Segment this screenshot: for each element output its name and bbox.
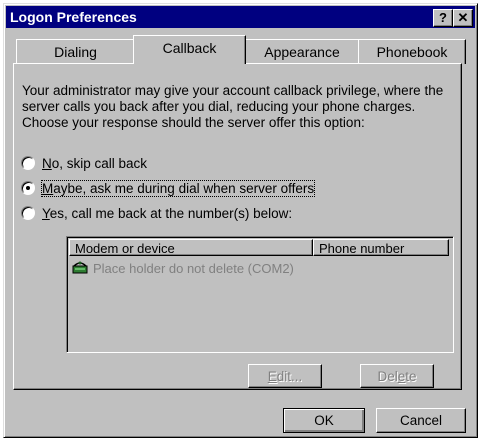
title-bar[interactable]: Logon Preferences ? ✕ [6,6,475,28]
close-button[interactable]: ✕ [453,9,473,27]
option-maybe-ask[interactable]: Maybe, ask me during dial when server of… [21,179,316,197]
column-header-phone[interactable]: Phone number [313,239,449,256]
cancel-button[interactable]: Cancel [376,408,466,433]
modem-icon [71,260,89,276]
tab-phonebook[interactable]: Phonebook [358,39,466,64]
option-yes-callback[interactable]: Yes, call me back at the number(s) below… [21,205,292,221]
window-title: Logon Preferences [10,9,137,25]
list-item[interactable]: Place holder do not delete (COM2) [71,259,294,277]
option-maybe-ask-label: Maybe, ask me during dial when server of… [40,179,316,197]
tab-dialing[interactable]: Dialing [16,39,135,64]
edit-button[interactable]: Edit... [248,364,322,388]
tab-appearance[interactable]: Appearance [244,39,360,64]
ok-button[interactable]: OK [283,408,365,433]
radio-yes-callback[interactable] [21,206,35,220]
callback-number-list[interactable]: Modem or device Phone number Place holde… [66,236,454,353]
callback-description: Your administrator may give your account… [22,83,444,130]
option-no-callback-label: No, skip call back [42,155,148,171]
list-item-device: Place holder do not delete (COM2) [93,260,294,276]
delete-button[interactable]: Delete [360,364,434,388]
radio-maybe-ask[interactable] [21,181,35,195]
column-header-device[interactable]: Modem or device [69,239,313,256]
option-no-callback[interactable]: No, skip call back [21,155,147,171]
radio-no-callback[interactable] [21,156,35,170]
option-yes-callback-label: Yes, call me back at the number(s) below… [42,205,293,221]
help-button[interactable]: ? [433,9,453,27]
tab-callback[interactable]: Callback [133,35,246,64]
